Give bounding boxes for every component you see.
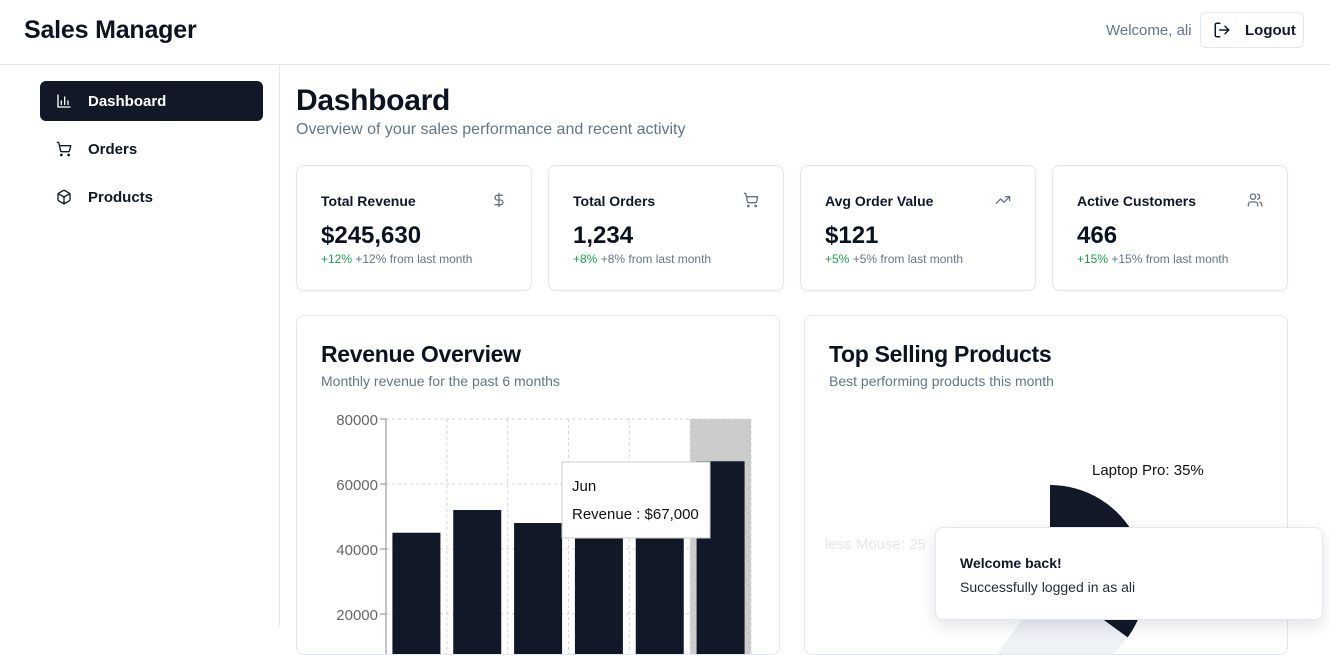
users-icon — [1247, 193, 1263, 207]
stat-value: $121 — [825, 222, 879, 249]
stat-change-percent: +15% — [1077, 252, 1109, 266]
chart-tooltip-value: Revenue : $67,000 — [572, 506, 699, 523]
y-axis-tick-label: 60000 — [336, 477, 378, 494]
stat-card-total-orders: Total Orders 1,234 +8% +8% from last mon… — [548, 165, 784, 291]
stat-title: Total Revenue — [321, 193, 416, 209]
sidebar-item-label: Products — [88, 188, 154, 206]
sidebar-item-orders[interactable]: Orders — [40, 129, 263, 169]
sidebar-item-products[interactable]: Products — [40, 177, 263, 217]
stat-card-total-revenue: Total Revenue $245,630 +12% +12% from la… — [296, 165, 532, 291]
revenue-bar — [392, 532, 441, 654]
page-title: Dashboard — [296, 84, 450, 117]
stat-change: +15% +15% from last month — [1077, 252, 1228, 266]
stat-title: Avg Order Value — [825, 193, 934, 209]
stat-change: +8% +8% from last month — [573, 252, 711, 266]
stat-value: $245,630 — [321, 222, 422, 249]
revenue-overview-card: Revenue Overview Monthly revenue for the… — [296, 315, 780, 655]
stat-title: Active Customers — [1077, 193, 1197, 209]
package-icon — [57, 189, 71, 205]
stat-card-avg-order-value: Avg Order Value $121 +5% +5% from last m… — [800, 165, 1036, 291]
y-axis-tick-label: 20000 — [336, 607, 378, 624]
dollar-icon — [494, 192, 504, 208]
stat-change: +5% +5% from last month — [825, 252, 963, 266]
stat-title: Total Orders — [573, 193, 656, 209]
top-bar: Sales Manager Welcome, ali Logout — [0, 0, 1330, 65]
stat-value: 1,234 — [573, 222, 634, 249]
logout-label: Logout — [1245, 21, 1296, 39]
sidebar-item-dashboard[interactable]: Dashboard — [40, 81, 263, 121]
chart-tooltip — [561, 461, 711, 539]
stat-card-active-customers: Active Customers 466 +15% +15% from last… — [1052, 165, 1288, 291]
revenue-bar — [453, 510, 502, 654]
stat-change-text: +8% from last month — [600, 252, 712, 266]
sidebar-item-label: Dashboard — [88, 92, 167, 110]
stat-change-text: +12% from last month — [355, 252, 473, 266]
pie-label: less Mouse: 25 — [825, 536, 926, 553]
revenue-bar-chart: 20000 40000 60000 80000 Jun Revenue : $67,000 — [336, 412, 752, 654]
y-axis-tick-label: 40000 — [336, 542, 378, 559]
trending-up-icon — [995, 196, 1011, 204]
logout-button[interactable]: Logout — [1200, 12, 1304, 48]
stat-change-percent: +12% — [321, 252, 353, 266]
app-title: Sales Manager — [24, 16, 197, 44]
stat-change-text: +15% from last month — [1111, 252, 1229, 266]
stat-change: +12% +12% from last month — [321, 252, 472, 266]
log-out-icon — [1214, 22, 1230, 38]
login-toast: Welcome back! Successfully logged in as … — [935, 527, 1323, 620]
sidebar: Dashboard Orders Products — [0, 65, 280, 627]
shopping-cart-icon — [743, 192, 759, 208]
y-axis-tick-label: 80000 — [336, 412, 378, 429]
bar-chart-icon — [57, 94, 71, 108]
revenue-bar — [514, 523, 563, 654]
chart-tooltip-label: Jun — [572, 478, 596, 495]
pie-label: Laptop Pro: 35% — [1092, 462, 1204, 479]
stat-value: 466 — [1077, 222, 1118, 249]
welcome-text: Welcome, ali — [1106, 22, 1192, 39]
toast-description: Successfully logged in as ali — [960, 579, 1136, 595]
sidebar-item-label: Orders — [88, 140, 138, 158]
stat-change-text: +5% from last month — [852, 252, 964, 266]
page-subtitle: Overview of your sales performance and r… — [296, 121, 686, 138]
stat-change-percent: +8% — [573, 252, 598, 266]
shopping-cart-icon — [56, 141, 72, 157]
toast-title: Welcome back! — [960, 555, 1062, 571]
stat-change-percent: +5% — [825, 252, 850, 266]
